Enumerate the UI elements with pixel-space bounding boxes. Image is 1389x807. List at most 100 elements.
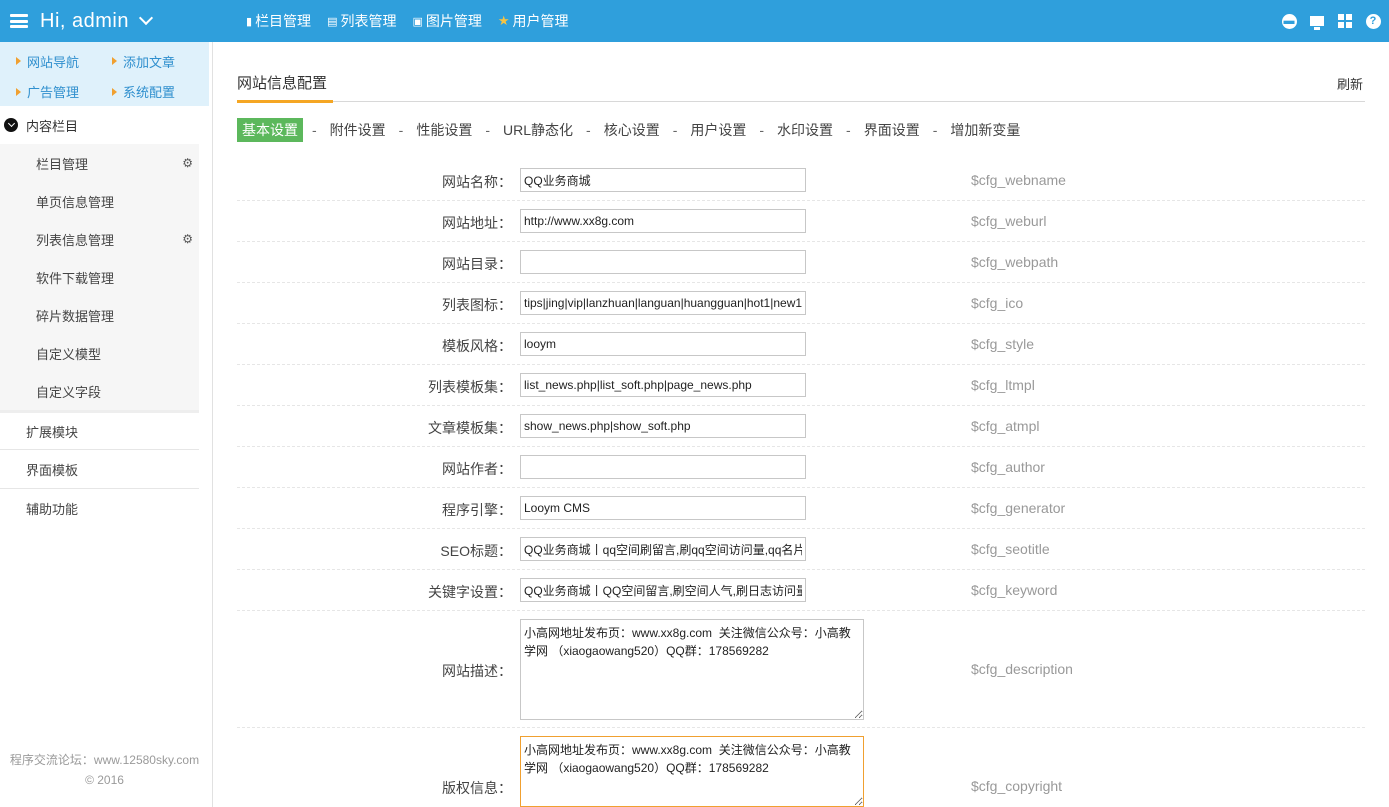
- tab-basic[interactable]: 基本设置: [237, 118, 303, 142]
- field-row-copyright: 版权信息： 小高网地址发布页：www.xx8g.com 关注微信公众号：小高教学…: [237, 728, 1365, 807]
- sidebar-item-page-info[interactable]: 单页信息管理: [0, 182, 199, 220]
- variable-name: $cfg_seotitle: [971, 541, 1050, 557]
- quick-link-ad-manage[interactable]: 广告管理: [16, 82, 112, 102]
- variable-name: $cfg_keyword: [971, 582, 1058, 598]
- quick-link-site-nav[interactable]: 网站导航: [16, 51, 112, 71]
- triangle-right-icon: [16, 57, 21, 65]
- field-row-author: 网站作者： $cfg_author: [237, 447, 1365, 488]
- grid-icon[interactable]: [1337, 13, 1353, 29]
- top-right-tools: ▬ ?: [1269, 0, 1381, 42]
- field-label: 文章模板集：: [428, 420, 512, 436]
- copyright-year: © 2016: [85, 773, 124, 787]
- user-menu[interactable]: Hi, admin: [10, 0, 154, 42]
- sidebar-group-extensions[interactable]: 扩展模块: [0, 410, 199, 449]
- top-nav: ▮ 栏目管理 ▤ 列表管理 ▣ 图片管理 ★ 用户管理: [246, 0, 585, 42]
- tab-separator: -: [312, 122, 317, 138]
- variable-name: $cfg_ico: [971, 295, 1024, 311]
- tab-separator: -: [586, 122, 591, 138]
- field-label: 版权信息：: [442, 780, 512, 796]
- sidebar-footer: 程序交流论坛：www.12580sky.com © 2016: [0, 750, 209, 790]
- sidebar-item-column-manage[interactable]: 栏目管理 ⚙: [0, 144, 199, 182]
- tab-separator: -: [846, 122, 851, 138]
- tab-add-variable[interactable]: 增加新变量: [946, 120, 1024, 140]
- author-input[interactable]: [520, 455, 806, 479]
- main-content: 网站信息配置 刷新 基本设置 - 附件设置 - 性能设置 - URL静态化 - …: [237, 42, 1365, 807]
- tab-user[interactable]: 用户设置: [686, 120, 750, 140]
- topnav-list-manage[interactable]: ▤ 列表管理: [327, 11, 396, 31]
- field-row-atmpl: 文章模板集： $cfg_atmpl: [237, 406, 1365, 447]
- ico-input[interactable]: [520, 291, 806, 315]
- field-row-keyword: 关键字设置： $cfg_keyword: [237, 570, 1365, 611]
- column-icon: ▮: [246, 15, 253, 28]
- sidebar-group-tools[interactable]: 辅助功能: [0, 488, 199, 527]
- topnav-label: 列表管理: [340, 13, 397, 29]
- sidebar-item-custom-model[interactable]: 自定义模型: [0, 334, 199, 372]
- variable-name: $cfg_webpath: [971, 254, 1059, 270]
- tab-watermark[interactable]: 水印设置: [773, 120, 837, 140]
- tab-separator: -: [759, 122, 765, 138]
- field-row-style: 模板风格： $cfg_style: [237, 324, 1365, 365]
- tab-separator: -: [485, 122, 491, 138]
- tab-core[interactable]: 核心设置: [600, 120, 664, 140]
- quick-links: 网站导航 添加文章 广告管理 系统配置: [0, 42, 209, 106]
- topnav-label: 栏目管理: [255, 13, 312, 29]
- variable-name: $cfg_author: [971, 459, 1045, 475]
- atmpl-input[interactable]: [520, 414, 806, 438]
- sidebar-section-content[interactable]: 内容栏目: [0, 106, 212, 144]
- field-row-ico: 列表图标： $cfg_ico: [237, 283, 1365, 324]
- variable-name: $cfg_generator: [971, 500, 1066, 516]
- monitor-icon[interactable]: [1309, 13, 1325, 30]
- style-input[interactable]: [520, 332, 806, 356]
- settings-tabs: 基本设置 - 附件设置 - 性能设置 - URL静态化 - 核心设置 - 用户设…: [237, 118, 1024, 142]
- gear-icon[interactable]: ⚙: [182, 232, 193, 246]
- message-icon[interactable]: ▬: [1281, 13, 1297, 29]
- generator-input[interactable]: [520, 496, 806, 520]
- greeting: Hi, admin: [40, 9, 129, 32]
- field-label: 网站描述：: [442, 663, 512, 679]
- topnav-user-manage[interactable]: ★ 用户管理: [498, 11, 569, 31]
- tab-attachment[interactable]: 附件设置: [326, 120, 390, 140]
- field-label: 模板风格：: [442, 338, 512, 354]
- star-icon: ★: [497, 13, 510, 28]
- copyright-textarea[interactable]: 小高网地址发布页：www.xx8g.com 关注微信公众号：小高教学网 （xia…: [520, 736, 864, 807]
- triangle-right-icon: [112, 57, 117, 65]
- triangle-right-icon: [112, 87, 117, 96]
- description-textarea[interactable]: 小高网地址发布页：www.xx8g.com 关注微信公众号：小高教学网 （xia…: [520, 619, 864, 720]
- field-label: 网站名称：: [442, 174, 512, 190]
- weburl-input[interactable]: [520, 209, 806, 233]
- collapse-circle-icon: [4, 118, 18, 132]
- webpath-input[interactable]: [520, 250, 806, 274]
- refresh-link[interactable]: 刷新: [1337, 74, 1363, 93]
- tab-interface[interactable]: 界面设置: [860, 120, 924, 140]
- variable-name: $cfg_webname: [971, 172, 1066, 188]
- field-label: 列表模板集：: [428, 379, 512, 395]
- field-row-weburl: 网站地址： $cfg_weburl: [237, 201, 1365, 242]
- field-row-ltmpl: 列表模板集： $cfg_ltmpl: [237, 365, 1365, 406]
- field-label: 网站地址：: [442, 215, 512, 231]
- field-label: 网站作者：: [442, 461, 512, 477]
- variable-name: $cfg_ltmpl: [971, 377, 1035, 393]
- topnav-column-manage[interactable]: ▮ 栏目管理: [246, 11, 311, 31]
- tab-performance[interactable]: 性能设置: [412, 120, 476, 140]
- field-row-generator: 程序引擎： $cfg_generator: [237, 488, 1365, 529]
- seotitle-input[interactable]: [520, 537, 806, 561]
- topnav-image-manage[interactable]: ▣ 图片管理: [412, 11, 481, 31]
- sidebar-item-list-info[interactable]: 列表信息管理 ⚙: [0, 220, 199, 258]
- sidebar-item-custom-field[interactable]: 自定义字段: [0, 372, 199, 410]
- field-label: 网站目录：: [442, 256, 512, 272]
- ltmpl-input[interactable]: [520, 373, 806, 397]
- tab-url-static[interactable]: URL静态化: [499, 120, 577, 140]
- field-row-description: 网站描述： 小高网地址发布页：www.xx8g.com 关注微信公众号：小高教学…: [237, 611, 1365, 728]
- quick-link-system-config[interactable]: 系统配置: [112, 82, 208, 102]
- field-row-webpath: 网站目录： $cfg_webpath: [237, 242, 1365, 283]
- sidebar-item-fragment-data[interactable]: 碎片数据管理: [0, 296, 199, 334]
- keyword-input[interactable]: [520, 578, 806, 602]
- help-icon[interactable]: ?: [1365, 13, 1381, 29]
- sidebar-group-templates[interactable]: 界面模板: [0, 449, 199, 488]
- hamburger-menu-icon[interactable]: [10, 14, 28, 28]
- webname-input[interactable]: [520, 168, 806, 192]
- sidebar-item-software-download[interactable]: 软件下载管理: [0, 258, 199, 296]
- gear-icon[interactable]: ⚙: [182, 156, 193, 170]
- quick-link-add-article[interactable]: 添加文章: [112, 51, 208, 71]
- topnav-label: 图片管理: [425, 13, 482, 29]
